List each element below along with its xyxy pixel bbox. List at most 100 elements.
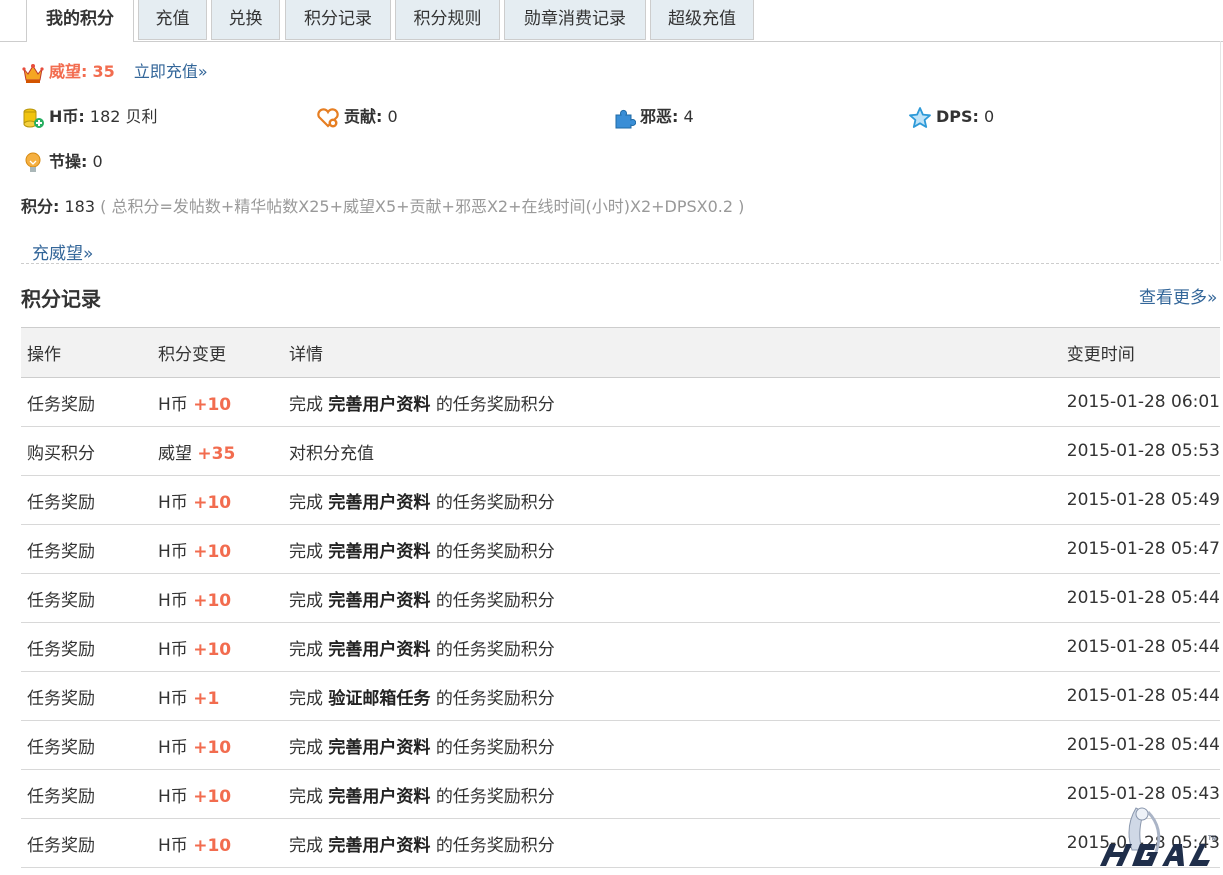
contribution-label: 贡献: — [344, 107, 383, 126]
detail-suffix: 的任务奖励积分 — [435, 394, 555, 415]
cell-change: H币 +10 — [152, 475, 283, 525]
cell-detail: 完成 完善用户资料 的任务奖励积分 — [283, 475, 1061, 525]
cell-operation: 任务奖励 — [21, 573, 152, 623]
cell-time: 2015-01-28 05:43 — [1060, 818, 1220, 868]
header-operation: 操作 — [21, 327, 152, 378]
detail-suffix: 的任务奖励积分 — [435, 688, 555, 709]
cell-detail: 完成 完善用户资料 的任务奖励积分 — [283, 818, 1061, 868]
change-delta: +10 — [193, 835, 232, 856]
table-row: 任务奖励 H币 +10 完成 完善用户资料 的任务奖励积分 2015-01-28 05… — [21, 475, 1220, 525]
credit-hcoin: H币: 182 贝利 — [21, 104, 158, 130]
cell-operation: 任务奖励 — [21, 671, 152, 721]
change-delta: +10 — [193, 541, 232, 562]
hcoin-value: 182 贝利 — [89, 107, 158, 126]
evil-value: 4 — [683, 107, 694, 126]
change-type: H币 — [158, 786, 188, 807]
task-name: 完善用户资料 — [328, 737, 431, 758]
detail-suffix: 的任务奖励积分 — [435, 492, 555, 513]
header-time: 变更时间 — [1060, 327, 1220, 378]
prestige-value: 35 — [92, 62, 115, 81]
cell-operation: 任务奖励 — [21, 720, 152, 770]
detail-prefix: 对积分充值 — [289, 443, 374, 464]
detail-prefix: 完成 — [289, 590, 323, 611]
cell-detail: 完成 完善用户资料 的任务奖励积分 — [283, 573, 1061, 623]
detail-prefix: 完成 — [289, 492, 323, 513]
dps-label: DPS: — [936, 107, 979, 126]
right-rule — [1220, 41, 1221, 261]
credit-log-title: 积分记录 — [21, 287, 101, 311]
change-type: H币 — [158, 639, 188, 660]
detail-suffix: 的任务奖励积分 — [435, 541, 555, 562]
view-more-link[interactable]: 查看更多» — [1139, 283, 1217, 308]
lightbulb-icon — [21, 151, 45, 175]
tab-my-credits[interactable]: 我的积分 — [26, 0, 134, 42]
integrity-value: 0 — [92, 152, 103, 171]
cell-detail: 对积分充值 — [283, 426, 1061, 476]
change-type: H币 — [158, 590, 188, 611]
change-delta: +35 — [197, 443, 236, 464]
detail-suffix: 的任务奖励积分 — [435, 639, 555, 660]
cell-change: H币 +10 — [152, 573, 283, 623]
task-name: 完善用户资料 — [328, 541, 431, 562]
heart-contribution-icon — [316, 106, 340, 130]
cell-change: H币 +10 — [152, 720, 283, 770]
cell-time: 2015-01-28 05:49 — [1060, 475, 1220, 525]
cell-time: 2015-01-28 05:53 — [1060, 426, 1220, 476]
cell-time: 2015-01-28 05:44 — [1060, 622, 1220, 672]
tab-super-recharge[interactable]: 超级充值 — [650, 0, 754, 40]
detail-prefix: 完成 — [289, 639, 323, 660]
change-delta: +10 — [193, 394, 232, 415]
detail-prefix: 完成 — [289, 541, 323, 562]
task-name: 完善用户资料 — [328, 590, 431, 611]
detail-prefix: 完成 — [289, 394, 323, 415]
tab-recharge[interactable]: 充值 — [138, 0, 207, 40]
detail-suffix: 的任务奖励积分 — [435, 786, 555, 807]
detail-suffix: 的任务奖励积分 — [435, 835, 555, 856]
puzzle-icon — [612, 106, 636, 130]
cell-time: 2015-01-28 05:44 — [1060, 573, 1220, 623]
cell-operation: 任务奖励 — [21, 769, 152, 819]
prestige-row: 威望: 35 立即充值» — [21, 59, 208, 85]
cell-detail: 完成 完善用户资料 的任务奖励积分 — [283, 377, 1061, 427]
detail-prefix: 完成 — [289, 688, 323, 709]
credit-integrity: 节操: 0 — [21, 149, 103, 175]
detail-prefix: 完成 — [289, 737, 323, 758]
table-row: 任务奖励 H币 +10 完成 完善用户资料 的任务奖励积分 2015-01-28 05… — [21, 622, 1220, 672]
detail-suffix: 的任务奖励积分 — [435, 590, 555, 611]
cell-detail: 完成 完善用户资料 的任务奖励积分 — [283, 720, 1061, 770]
cell-change: H币 +10 — [152, 524, 283, 574]
cell-change: H币 +10 — [152, 818, 283, 868]
cell-operation: 任务奖励 — [21, 524, 152, 574]
table-row: 任务奖励 H币 +10 完成 完善用户资料 的任务奖励积分 2015-01-28 05… — [21, 818, 1220, 868]
cell-detail: 完成 完善用户资料 的任务奖励积分 — [283, 769, 1061, 819]
credit-log-table: 操作 积分变更 详情 变更时间 任务奖励 H币 +10 完成 完善用户资料 的任务奖… — [21, 327, 1220, 868]
tab-credit-log[interactable]: 积分记录 — [285, 0, 391, 40]
recharge-now-link[interactable]: 立即充值» — [134, 62, 208, 81]
table-row: 任务奖励 H币 +10 完成 完善用户资料 的任务奖励积分 2015-01-28 05… — [21, 573, 1220, 623]
tab-credit-rules[interactable]: 积分规则 — [395, 0, 500, 40]
integrity-label: 节操: — [49, 152, 88, 171]
total-value: 183 — [64, 197, 96, 216]
total-formula: ( 总积分=发帖数+精华帖数X25+威望X5+贡献+邪恶X2+在线时间(小时)X… — [100, 197, 745, 216]
recharge-prestige-link[interactable]: 充威望» — [32, 239, 93, 264]
table-row: 任务奖励 H币 +10 完成 完善用户资料 的任务奖励积分 2015-01-28 05… — [21, 720, 1220, 770]
total-label: 积分: — [21, 197, 60, 216]
cell-change: H币 +10 — [152, 377, 283, 427]
change-delta: +1 — [193, 688, 220, 709]
cell-detail: 完成 完善用户资料 的任务奖励积分 — [283, 524, 1061, 574]
change-delta: +10 — [193, 786, 232, 807]
change-type: H币 — [158, 492, 188, 513]
cell-change: 威望 +35 — [152, 426, 283, 476]
tab-medal-log[interactable]: 勋章消费记录 — [504, 0, 646, 40]
change-type: H币 — [158, 688, 188, 709]
change-delta: +10 — [193, 737, 232, 758]
cell-detail: 完成 验证邮箱任务 的任务奖励积分 — [283, 671, 1061, 721]
tab-exchange[interactable]: 兑换 — [211, 0, 280, 40]
divider — [21, 263, 1219, 264]
header-detail: 详情 — [283, 327, 1061, 378]
star-icon — [908, 106, 932, 130]
cell-operation: 任务奖励 — [21, 475, 152, 525]
crown-icon — [21, 61, 45, 85]
cell-detail: 完成 完善用户资料 的任务奖励积分 — [283, 622, 1061, 672]
task-name: 完善用户资料 — [328, 835, 431, 856]
